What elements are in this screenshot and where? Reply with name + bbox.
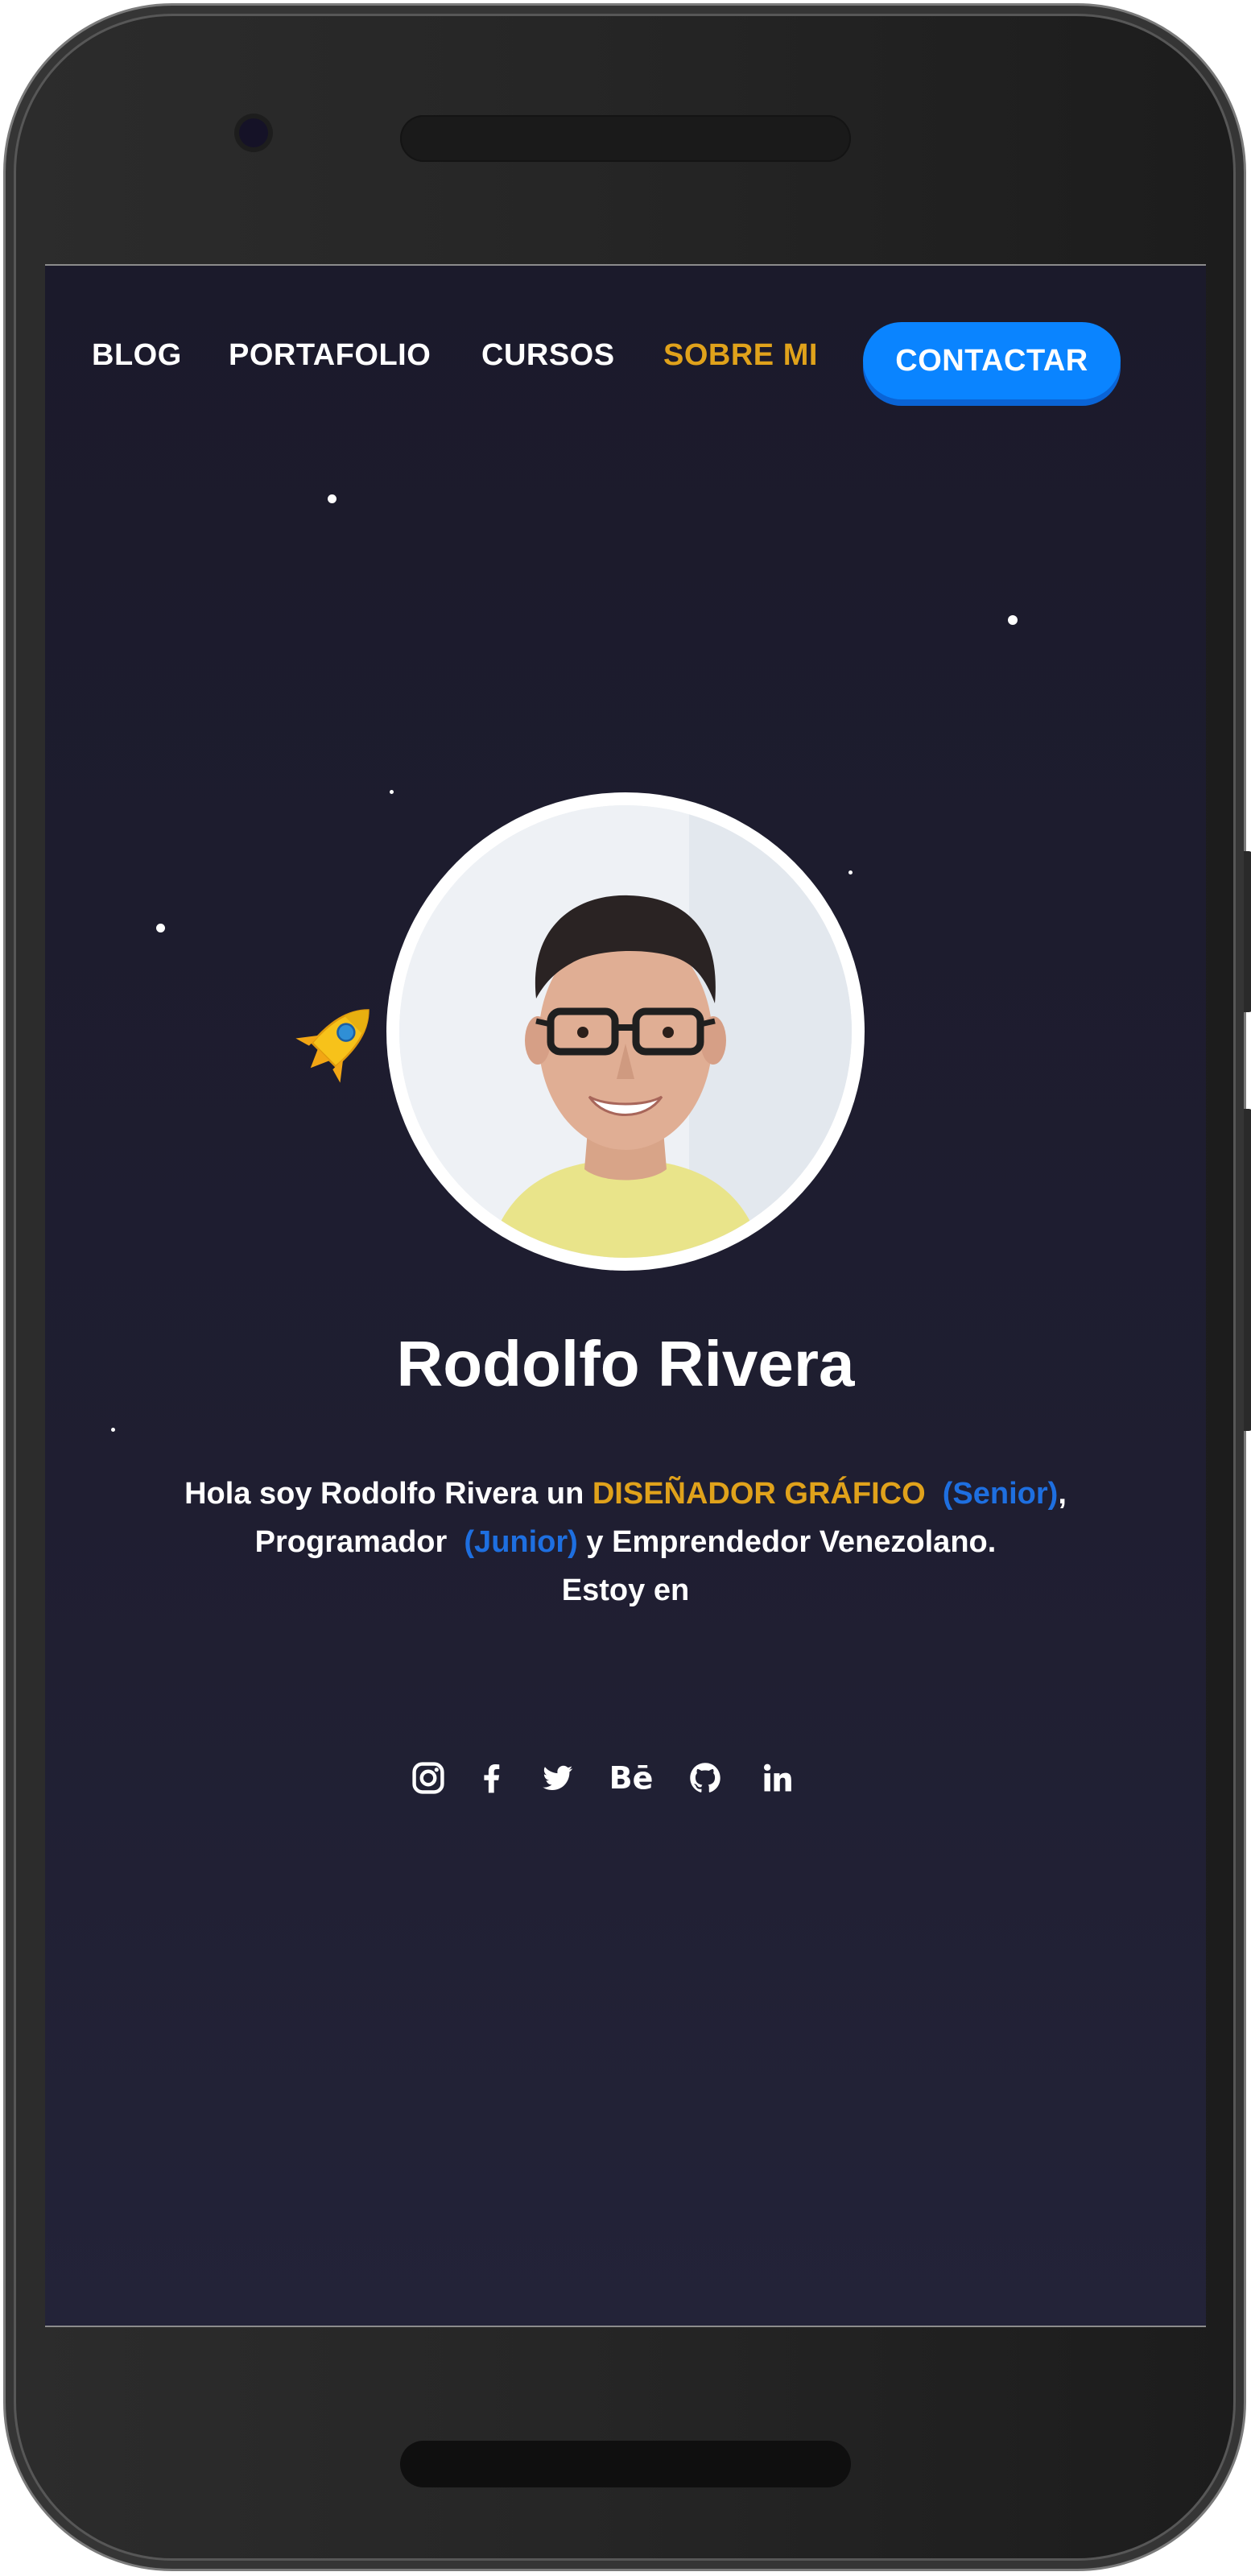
social-links: Bē [45,1754,1206,1810]
nav-item-sobre-mi[interactable]: SOBRE MI [663,338,818,373]
rocket-icon [295,1009,370,1083]
profile-name: Rodolfo Rivera [396,1328,855,1400]
power-button [1244,851,1251,1012]
front-camera [239,118,268,147]
nav-item-portafolio[interactable]: PORTAFOLIO [229,338,431,373]
star [848,870,853,875]
portrait-illustration [399,805,852,1258]
github-icon[interactable] [681,1754,729,1802]
facebook-icon[interactable] [467,1754,515,1802]
intro-comma: , [1058,1477,1067,1511]
contact-button[interactable]: CONTACTAR [863,322,1121,399]
profile-avatar [386,792,865,1271]
avatar-photo [399,805,852,1258]
star [1008,615,1018,625]
volume-button [1244,1109,1251,1431]
intro-part3: y Emprendedor Venezolano. [577,1525,997,1559]
intro-part1: Hola soy Rodolfo Rivera un [184,1477,592,1511]
linkedin-icon[interactable] [753,1754,802,1802]
instagram-icon[interactable] [404,1754,452,1802]
intro-line-1: Hola soy Rodolfo Rivera un DISEÑADOR GRÁ… [45,1470,1206,1518]
star [328,494,336,503]
role-graphic-designer: DISEÑADOR GRÁFICO [592,1477,926,1511]
level-junior: (Junior) [464,1525,578,1559]
nav-item-cursos[interactable]: CURSOS [481,338,615,373]
bottom-speaker [400,2441,851,2487]
screen: BLOG PORTAFOLIO CURSOS SOBRE MI CONTACTA… [45,264,1206,2327]
top-speaker [400,115,851,162]
star [156,924,165,932]
star [390,790,394,794]
behance-icon[interactable]: Bē [607,1754,655,1802]
star [111,1428,115,1432]
behance-text: Bē [609,1760,654,1796]
twitter-icon[interactable] [533,1754,581,1802]
intro-text: Hola soy Rodolfo Rivera un DISEÑADOR GRÁ… [45,1470,1206,1615]
intro-line-3: Estoy en [561,1573,690,1607]
intro-part2: Programador [254,1525,456,1559]
level-senior: (Senior) [942,1477,1059,1511]
main-nav: BLOG PORTAFOLIO CURSOS SOBRE MI CONTACTA… [45,320,1206,401]
intro-line-2: Programador (Junior) y Emprendedor Venez… [45,1518,1206,1566]
nav-item-blog[interactable]: BLOG [92,338,182,373]
